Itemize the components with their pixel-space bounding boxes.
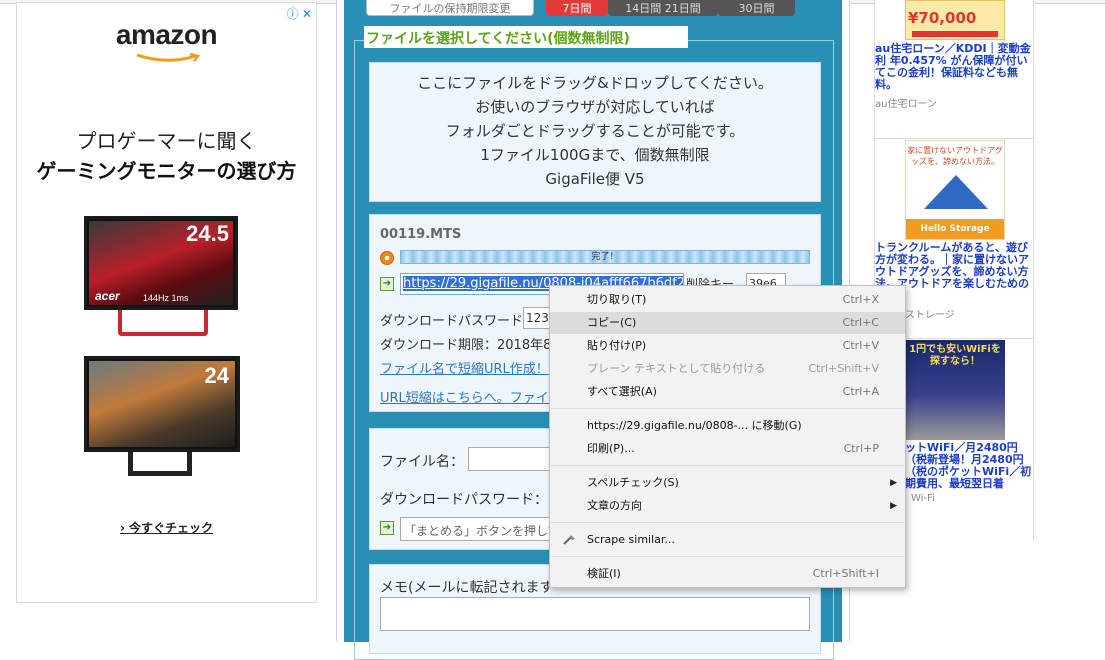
ad-headline-1: プロゲーマーに聞く [76, 129, 257, 153]
expiry-change-button[interactable]: ファイルの保持期限変更 [366, 0, 534, 16]
stop-icon[interactable] [380, 251, 394, 265]
menu-item-paste-plain[interactable]: プレーン テキストとして貼り付ける Ctrl+Shift+V [550, 358, 905, 380]
url-shortener-link[interactable]: URL短縮はこちらへ。ファイル [380, 387, 562, 406]
drop-line-1: ここにファイルをドラッグ&ドロップしてください。 [417, 74, 773, 92]
au-loan-ad-image[interactable]: ¥70,000 [905, 0, 1005, 40]
tab-14-21-days[interactable]: 14日間 21日間 [608, 0, 718, 16]
au-loan-ad-text[interactable]: au住宅ローン／KDDI｜変動金利 年0.457% がん保障が付いてこの金利！保… [875, 43, 1035, 91]
short-url-by-filename-link[interactable]: ファイル名で短縮URL作成！ [380, 358, 549, 377]
monitor-1-stand [118, 310, 208, 336]
menu-separator [551, 465, 906, 466]
monitor-2-stand [128, 452, 192, 476]
memo-label: メモ(メールに転記されます [380, 580, 554, 596]
upload-legend: ファイルを選択してください(個数無制限) [364, 26, 688, 48]
storage-ad-image[interactable]: 家に置けないアウトドアグッズを、諦めない方法。 Hello Storage [905, 140, 1005, 240]
file-name: 00119.MTS [380, 227, 462, 242]
monitor-1-spec: 144Hz 1ms [143, 293, 189, 303]
menu-item-text-direction[interactable]: 文章の方向 ▶ [550, 495, 905, 517]
upload-progress-bar: 完了！ [400, 250, 810, 264]
summary-url-field[interactable]: 「まとめる」ボタンを押して [400, 517, 560, 541]
menu-separator [551, 408, 906, 409]
menu-item-inspect[interactable]: 検証(I) Ctrl+Shift+I [550, 563, 905, 585]
tab-7-days[interactable]: 7日間 [546, 0, 608, 16]
scraper-icon [563, 535, 575, 545]
context-menu: 切り取り(T) Ctrl+X コピー(C) Ctrl+C 貼り付け(P) Ctrl+V… [549, 285, 906, 588]
menu-item-print[interactable]: 印刷(P)... Ctrl+P [550, 438, 905, 460]
memo-textarea[interactable] [380, 597, 810, 631]
summary-password-label: ダウンロードパスワード： [380, 492, 548, 508]
tent-icon [924, 175, 988, 209]
ad-divider [875, 138, 1035, 139]
amazon-logo: amazon [115, 19, 218, 50]
monitor-1-size: 24.5 [186, 221, 229, 246]
tab-30-days[interactable]: 30日間 [718, 0, 795, 16]
monitor-image-1: 24.5 acer 144Hz 1ms [84, 216, 238, 310]
storage-ad-header: 家に置けないアウトドアグッズを、諦めない方法。 [906, 141, 1004, 169]
au-loan-ad-button-shape [912, 31, 998, 37]
drop-line-4: 1ファイル100Gまで、個数無制限 [480, 146, 710, 164]
wifi-ad-image[interactable]: 1円でも安いWiFiを探すなら！ [905, 340, 1005, 440]
menu-separator [551, 522, 906, 523]
menu-item-spellcheck[interactable]: スペルチェック(S) ▶ [550, 472, 905, 494]
menu-item-go-to-url[interactable]: https://29.gigafile.nu/0808-... に移動(G) [550, 415, 905, 437]
drop-line-2: お使いのブラウザが対応していれば [475, 98, 715, 116]
download-expiry-label: ダウンロード期限：2018年8月 [380, 338, 565, 353]
drop-zone[interactable]: ここにファイルをドラッグ&ドロップしてください。 お使いのブラウザが対応していれ… [369, 62, 821, 202]
submenu-arrow-icon: ▶ [890, 478, 897, 488]
drop-line-5: GigaFile便 V5 [545, 170, 645, 188]
menu-item-cut[interactable]: 切り取り(T) Ctrl+X [550, 289, 905, 311]
storage-ad-brand: Hello Storage [906, 219, 1004, 239]
wifi-ad-banner-text: 1円でも安いWiFiを探すなら！ [909, 344, 1001, 367]
download-password-label: ダウンロードパスワード： [380, 314, 537, 329]
monitor-2-size: 24 [204, 363, 229, 388]
arrow-right-icon[interactable]: ➔ [380, 521, 394, 535]
amazon-smile-icon [136, 53, 201, 62]
menu-item-copy[interactable]: コピー(C) Ctrl+C [550, 312, 905, 334]
monitor-image-2: 24 [84, 356, 240, 452]
menu-separator [551, 556, 906, 557]
summary-filename-label: ファイル名： [380, 454, 464, 470]
menu-item-paste[interactable]: 貼り付け(P) Ctrl+V [550, 335, 905, 357]
drop-line-3: フォルダごとドラッグすることが可能です。 [445, 122, 745, 140]
monitor-1-brand: acer [95, 289, 120, 303]
arrow-right-icon[interactable]: ➔ [380, 277, 394, 291]
menu-item-select-all[interactable]: すべて選択(A) Ctrl+A [550, 381, 905, 403]
submenu-arrow-icon: ▶ [890, 501, 897, 511]
au-loan-ad-source: au住宅ローン [875, 99, 937, 110]
storage-ad-text[interactable]: トランクルームがあると、遊び方が変わる。｜家に置けないアウトドアグッズを、諦めな… [875, 242, 1035, 290]
ad-headline-2: ゲーミングモニターの選び方 [36, 159, 297, 183]
menu-item-scrape-similar[interactable]: Scrape similar... [550, 529, 905, 551]
au-loan-ad-amount: ¥70,000 [908, 9, 977, 27]
